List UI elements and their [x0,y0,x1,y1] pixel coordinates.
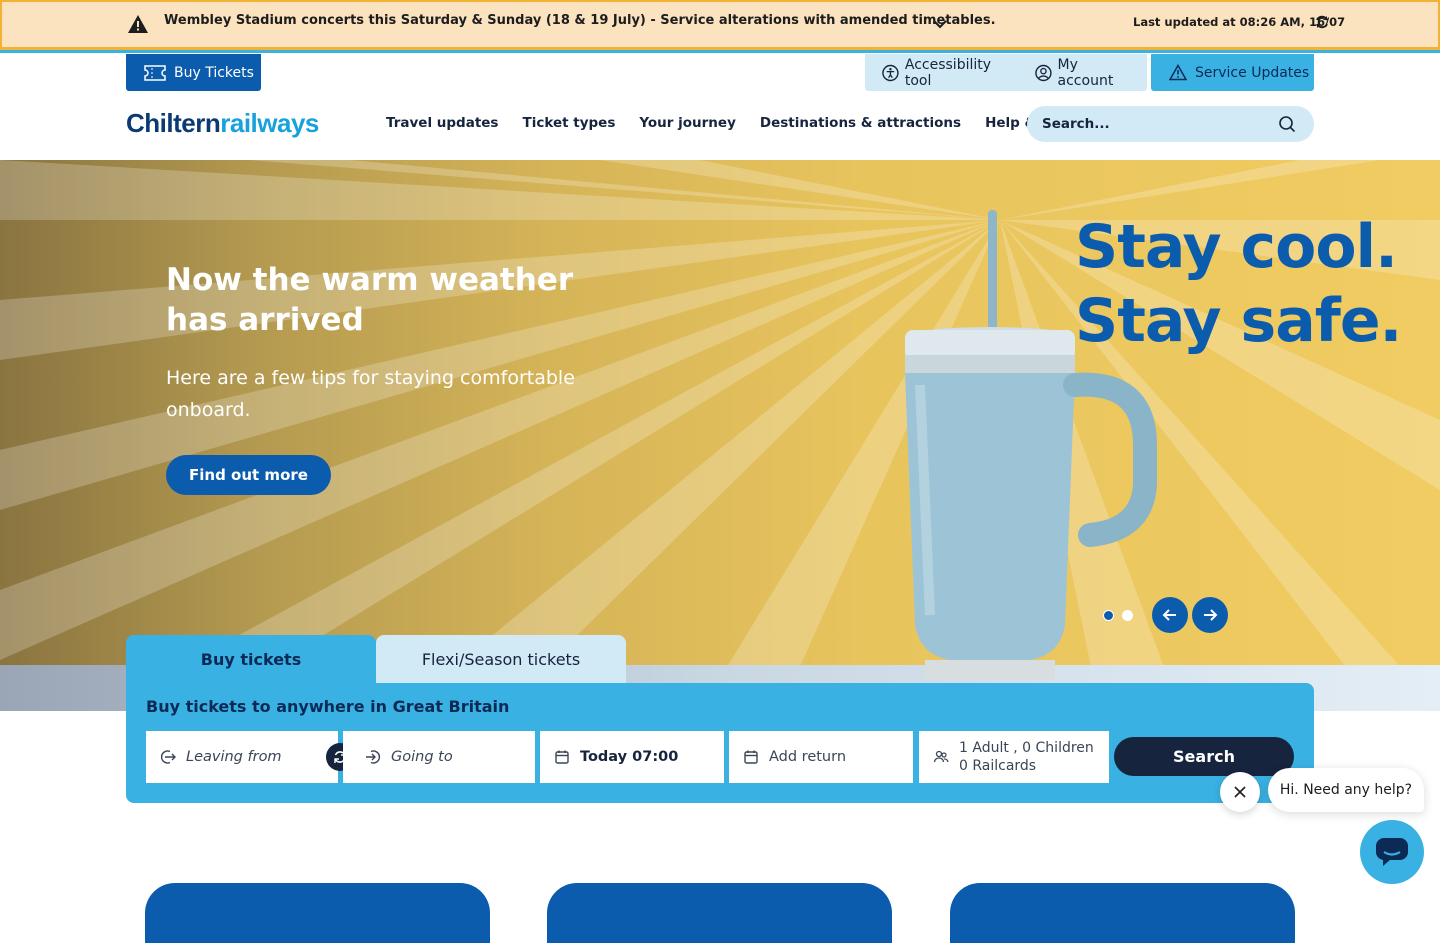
tab-flexi-season[interactable]: Flexi/Season tickets [376,635,626,683]
close-icon [1234,786,1246,798]
service-updates-label: Service Updates [1195,64,1310,81]
chat-dismiss-button[interactable] [1220,772,1260,812]
utility-links: Accessibility tool My account [865,54,1147,91]
hero-subtitle: Here are a few tips for staying comforta… [166,367,575,421]
chat-icon [1376,838,1408,866]
feature-card-3[interactable] [950,883,1295,943]
chiltern-railways-logo[interactable]: Chilternrailways [126,108,319,139]
feature-card-1[interactable] [145,883,490,943]
warning-icon [128,15,148,33]
going-to-field[interactable]: Going to [343,731,535,783]
going-to-placeholder: Going to [391,749,453,765]
nav-travel-updates[interactable]: Travel updates [386,115,498,131]
passengers-field[interactable]: 1 Adult , 0 Children 0 Railcards [919,731,1109,783]
nav-destinations[interactable]: Destinations & attractions [760,115,961,131]
alert-message[interactable]: Wembley Stadium concerts this Saturday &… [164,13,996,28]
carousel-dots [1103,610,1133,621]
booking-heading: Buy tickets to anywhere in Great Britain [146,697,510,716]
header-accent-line [0,50,1440,53]
booking-tabs: Buy tickets Flexi/Season tickets [126,635,626,683]
search-icon[interactable] [1278,115,1296,133]
buy-tickets-label: Buy Tickets [174,64,254,81]
carousel-next-button[interactable] [1192,597,1228,633]
passengers-summary: 1 Adult , 0 Children 0 Railcards [959,740,1094,774]
tab-buy-tickets[interactable]: Buy tickets [126,635,376,683]
site-search-input[interactable]: Search... [1027,106,1314,142]
date-time-value: Today 07:00 [580,749,679,765]
alert-banner: Wembley Stadium concerts this Saturday &… [0,0,1440,50]
date-time-field[interactable]: Today 07:00 [540,731,724,783]
carousel-dot-2[interactable] [1122,610,1133,621]
user-circle-icon [1034,64,1052,81]
refresh-icon[interactable] [1314,14,1330,30]
add-return-label: Add return [769,749,847,765]
feature-card-2[interactable] [547,883,892,943]
service-updates-button[interactable]: Service Updates [1151,54,1314,91]
find-out-more-button[interactable]: Find out more [166,455,331,495]
calendar-icon [555,750,569,764]
ticket-icon [144,64,166,81]
leaving-from-field[interactable]: Leaving from [146,731,338,783]
nav-ticket-types[interactable]: Ticket types [522,115,615,131]
chat-launcher-button[interactable] [1360,820,1424,884]
add-return-field[interactable]: Add return [729,731,913,783]
my-account-link[interactable]: My account [1034,56,1133,89]
calendar-plus-icon [744,750,758,764]
chevron-down-icon[interactable] [932,16,948,32]
arrow-left-icon [1162,609,1176,621]
booking-form: Buy tickets to anywhere in Great Britain… [126,683,1314,803]
main-nav: Travel updates Ticket types Your journey… [386,115,1100,131]
carousel-dot-1[interactable] [1103,610,1114,621]
departure-icon [160,750,176,764]
promo-headline: Stay cool. Stay safe. [1075,212,1402,356]
leaving-from-placeholder: Leaving from [186,749,282,765]
accessibility-tool-link[interactable]: Accessibility tool [882,57,1015,89]
carousel-prev-button[interactable] [1152,597,1188,633]
hero-banner: Stay cool. Stay safe. Now the warm weath… [0,160,1440,711]
alert-triangle-icon [1169,64,1187,81]
search-journey-button[interactable]: Search [1114,737,1294,776]
accessibility-label: Accessibility tool [904,56,992,89]
arrow-right-icon [1204,609,1218,621]
nav-your-journey[interactable]: Your journey [639,115,736,131]
search-placeholder: Search... [1042,116,1110,132]
accessibility-icon [882,64,899,81]
arrival-icon [366,750,381,764]
chat-prompt[interactable]: Hi. Need any help? [1268,768,1424,812]
my-account-label: My account [1057,56,1114,89]
hero-title: Now the warm weather has arrived [166,262,574,338]
passengers-icon [933,750,949,763]
buy-tickets-button[interactable]: Buy Tickets [126,54,261,91]
